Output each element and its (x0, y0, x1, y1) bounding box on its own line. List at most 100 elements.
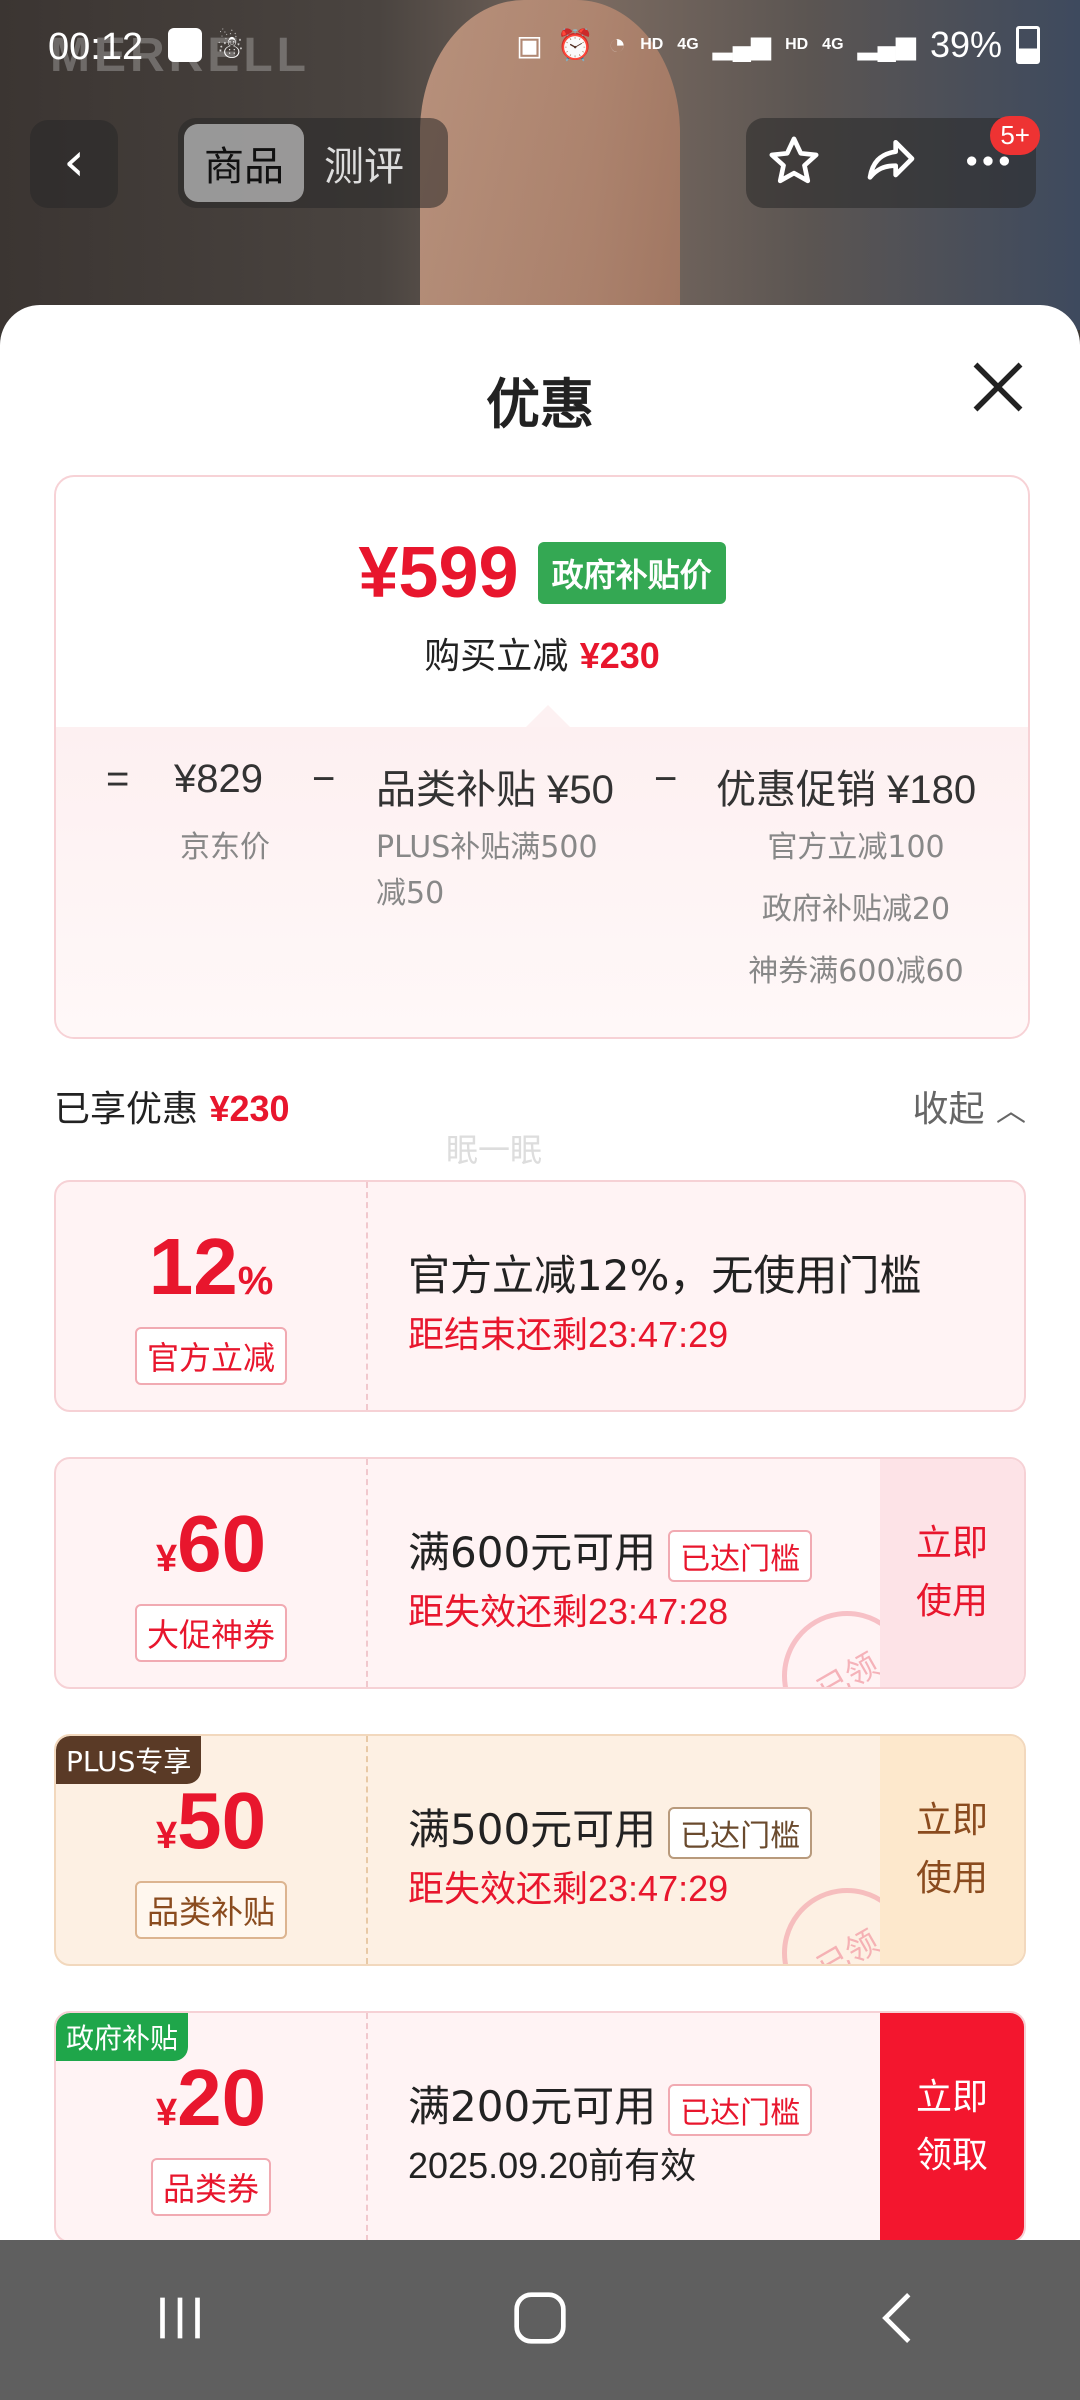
threshold-met-tag: 已达门槛 (668, 1529, 813, 1582)
collapse-label: 收起 (912, 1089, 985, 1130)
promo-discount: 优惠促销 ¥180 (716, 768, 977, 812)
close-icon (973, 362, 1023, 412)
coupon-amount-value: 20 (177, 2053, 267, 2142)
coupon-label: 大促神券 (134, 1604, 288, 1662)
alarm-icon: ⏰ (556, 28, 595, 62)
system-nav-bar (0, 2240, 1080, 2400)
coupon-divider (366, 2013, 368, 2241)
tab-product[interactable]: 商品 (184, 124, 304, 202)
collapse-toggle[interactable]: 收起 ︿ (913, 1080, 1026, 1132)
coupon-label: 官方立减 (134, 1327, 288, 1385)
hd-label-2: HD (785, 36, 809, 53)
back-button[interactable]: ‹ (30, 120, 118, 208)
action-line-1: 立即 (915, 1523, 988, 1564)
coupon-amount-value: 50 (177, 1776, 267, 1865)
hd-label-1: HD (640, 36, 664, 53)
coupon-label: 品类补贴 (134, 1881, 288, 1939)
back-icon (882, 2293, 911, 2343)
promo-note: 政府补贴减20 (761, 892, 951, 927)
status-right: ▣ ⏰ ◔ HD 4G ▂▄▆ HD 4G ▂▄▆ 39% (516, 24, 1040, 66)
coupon-amount-value: 12 (148, 1222, 238, 1311)
formula-minus-1: − (312, 757, 336, 801)
category-subsidy-note-line-1: PLUS补贴满500 (376, 830, 598, 865)
coupon-plus-category: PLUS专享 ¥50 品类补贴 满500元可用 已达门槛 距失效还剩23:47:2… (54, 1734, 1026, 1966)
product-tabs: 商品 测评 (178, 118, 448, 208)
coupon-title: 官方立减12%，无使用门槛 (408, 1251, 922, 1300)
coupon-currency: ¥ (155, 1815, 178, 1857)
coupon-amount: ¥50 (56, 1776, 366, 1881)
message-badge: 5+ (990, 116, 1040, 155)
coupon-title-text: 满500元可用 (408, 1805, 657, 1854)
promo-notes: 官方立减100 政府补贴减20 神券满600减60 (736, 817, 976, 1003)
favorite-star-icon[interactable] (766, 133, 822, 193)
enjoyed-amount: ¥230 (209, 1088, 290, 1129)
signal-icon: ▂▄▆ (712, 29, 772, 60)
app-notification-icon (168, 28, 202, 62)
claim-now-button[interactable]: 立即 领取 (880, 2013, 1024, 2241)
coupon-percent: % (237, 1259, 274, 1303)
formula-equals: = (106, 757, 130, 801)
jd-price: ¥829 (174, 757, 263, 801)
coupon-promo: ¥60 大促神券 满600元可用 已达门槛 距失效还剩23:47:28 已领 立即… (54, 1457, 1026, 1689)
action-line-1: 立即 (915, 1800, 988, 1841)
action-line-2: 领取 (915, 2135, 988, 2176)
coupon-countdown: 距失效还剩23:47:28 (408, 1591, 729, 1632)
coupon-title-text: 满600元可用 (408, 1528, 657, 1577)
coupon-validity: 2025.09.20前有效 (408, 2145, 697, 2186)
threshold-met-tag: 已达门槛 (668, 2083, 813, 2136)
home-icon (514, 2292, 566, 2344)
home-button[interactable] (505, 2283, 575, 2357)
coupon-title: 满600元可用 已达门槛 (408, 1519, 813, 1582)
jd-price-label: 京东价 (180, 830, 270, 865)
coupon-divider (366, 1736, 368, 1964)
coupon-label: 品类券 (150, 2158, 272, 2216)
tab-reviews[interactable]: 测评 (304, 124, 424, 202)
close-button[interactable] (968, 357, 1028, 417)
action-line-1: 立即 (915, 2077, 988, 2118)
battery-saver-icon: ▣ (516, 29, 543, 61)
enjoyed-discount: 已享优惠 ¥230 (54, 1080, 290, 1132)
reduce-label: 购买立减 (424, 636, 569, 677)
action-line-2: 使用 (915, 1581, 988, 1622)
watermark-text: 眠一眠 (446, 1131, 543, 1169)
reduce-amount: ¥230 (579, 635, 660, 676)
discount-sheet: 优惠 ¥599 政府补贴价 购买立减 ¥230 = ¥829 − 品类补贴 ¥5… (0, 305, 1080, 2243)
threshold-met-tag: 已达门槛 (668, 1806, 813, 1859)
coupon-divider (366, 1459, 368, 1687)
share-icon[interactable] (863, 133, 919, 193)
use-now-button[interactable]: 立即 使用 (880, 1459, 1024, 1687)
coupon-official-discount: 12% 官方立减 官方立减12%，无使用门槛 距结束还剩23:47:29 (54, 1180, 1026, 1412)
coupon-title-text: 满200元可用 (408, 2082, 657, 2131)
status-time: 00:12 (48, 26, 144, 68)
formula-minus-2: − (654, 757, 678, 801)
pointer-caret (526, 705, 570, 727)
coupon-amount: ¥60 (56, 1499, 366, 1604)
final-price: ¥599 (358, 533, 519, 613)
coupon-amount: ¥20 (56, 2053, 366, 2158)
promo-note: 神券满600减60 (748, 954, 964, 989)
reduce-row: 购买立减 ¥230 (56, 627, 1028, 679)
coupon-countdown: 距失效还剩23:47:29 (408, 1868, 729, 1909)
coupon-countdown: 距结束还剩23:47:29 (408, 1314, 729, 1355)
network-label-2: 4G (822, 36, 844, 53)
enjoyed-label: 已享优惠 (54, 1089, 199, 1130)
signal-icon-2: ▂▄▆ (857, 29, 916, 60)
battery-percent: 39% (929, 24, 1002, 65)
gov-subsidy-price-tag: 政府补贴价 (537, 542, 726, 604)
status-bar: 00:12 ☃ ▣ ⏰ ◔ HD 4G ▂▄▆ HD 4G ▂▄▆ 39% (0, 0, 1080, 100)
category-subsidy-note: PLUS补贴满500 减50 (376, 817, 598, 909)
chevron-up-icon: ︿ (996, 1094, 1026, 1129)
coupon-gov-subsidy: 政府补贴 ¥20 品类券 满200元可用 已达门槛 2025.09.20前有效 立… (54, 2011, 1026, 2243)
recent-apps-icon (160, 2297, 200, 2339)
recent-apps-button[interactable] (145, 2283, 215, 2357)
coupon-amount: 12% (56, 1222, 366, 1326)
chevron-left-icon: ‹ (63, 130, 85, 193)
network-label-1: 4G (677, 36, 699, 53)
coupon-currency: ¥ (155, 2092, 178, 2134)
promo-note: 官方立减100 (767, 830, 945, 865)
coupon-divider (366, 1182, 368, 1410)
use-now-button[interactable]: 立即 使用 (880, 1736, 1024, 1964)
coupon-title: 满200元可用 已达门槛 (408, 2073, 813, 2136)
system-back-button[interactable] (865, 2283, 935, 2357)
status-notification-icons: ☃ (168, 28, 245, 66)
